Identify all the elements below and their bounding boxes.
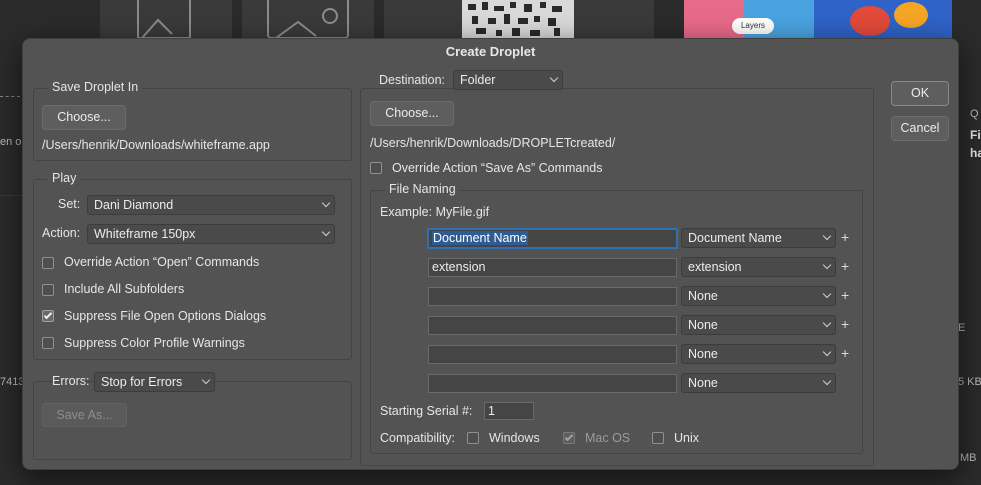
save-droplet-legend: Save Droplet In (48, 80, 143, 94)
destination-select[interactable]: Folder (453, 70, 563, 90)
set-select[interactable]: Dani Diamond (87, 195, 335, 215)
destination-choose-button[interactable]: Choose... (370, 101, 454, 126)
destination-label: Destination: (375, 73, 450, 87)
naming-select-5-value: None (688, 347, 718, 361)
chevron-down-icon (549, 73, 559, 83)
image-placeholder-icon (137, 0, 191, 38)
add-naming-row-button[interactable]: + (841, 345, 849, 361)
image-placeholder-icon (267, 0, 349, 38)
background-size: MB (960, 452, 977, 464)
compat-windows-checkbox[interactable] (467, 432, 479, 444)
errors-select-value: Stop for Errors (101, 375, 183, 389)
chevron-down-icon (822, 289, 832, 299)
thumbnail-tile (100, 0, 232, 38)
chevron-down-icon (822, 318, 832, 328)
suppress-open-options-checkbox[interactable] (42, 310, 54, 322)
include-subfolders-label: Include All Subfolders (64, 282, 185, 296)
naming-field-1-text: Document Name (432, 231, 528, 245)
add-naming-row-button[interactable]: + (841, 258, 849, 274)
thumbnail-tile (384, 0, 654, 38)
cancel-button[interactable]: Cancel (891, 116, 949, 141)
compat-unix-checkbox[interactable] (652, 432, 664, 444)
create-droplet-dialog: Create Droplet Save Droplet In Choose...… (22, 38, 959, 470)
droplet-path: /Users/henrik/Downloads/whiteframe.app (42, 138, 270, 152)
add-naming-row-button[interactable]: + (841, 287, 849, 303)
override-save-as-label: Override Action “Save As” Commands (392, 161, 603, 175)
layers-preview-image: Layers (684, 0, 952, 38)
naming-field-6[interactable] (428, 374, 677, 393)
action-select[interactable]: Whiteframe 150px (87, 224, 335, 244)
divider (0, 96, 20, 97)
chevron-down-icon (201, 375, 211, 385)
compat-macos-checkbox (563, 432, 575, 444)
override-open-label: Override Action “Open” Commands (64, 255, 260, 269)
compat-windows-label: Windows (489, 431, 540, 445)
background-bold-text: ha (970, 146, 981, 160)
errors-save-as-button[interactable]: Save As... (42, 403, 127, 427)
chevron-down-icon (822, 231, 832, 241)
play-legend: Play (48, 171, 81, 185)
suppress-open-options-label: Suppress File Open Options Dialogs (64, 309, 267, 323)
override-save-as-checkbox[interactable] (370, 162, 382, 174)
destination-path: /Users/henrik/Downloads/DROPLETcreated/ (370, 136, 616, 150)
chevron-down-icon (321, 198, 331, 208)
ok-button[interactable]: OK (891, 81, 949, 106)
set-label: Set: (58, 197, 81, 211)
suppress-color-warnings-checkbox[interactable] (42, 337, 54, 349)
naming-select-2[interactable]: extension (681, 257, 836, 277)
chevron-down-icon (822, 376, 832, 386)
naming-select-1[interactable]: Document Name (681, 228, 836, 248)
dialog-title: Create Droplet (445, 44, 536, 59)
checkmark-icon (43, 310, 53, 320)
errors-label: Errors: (52, 374, 90, 388)
naming-field-1[interactable]: Document Name (427, 228, 678, 249)
naming-select-2-value: extension (688, 260, 742, 274)
background-heading: Q (970, 108, 979, 120)
naming-field-5[interactable] (428, 345, 677, 364)
naming-field-3[interactable] (428, 287, 677, 306)
errors-select[interactable]: Stop for Errors (94, 372, 215, 392)
add-naming-row-button[interactable]: + (841, 229, 849, 245)
action-label: Action: (42, 226, 81, 240)
thumbnail-tile (242, 0, 374, 38)
qr-code-icon (462, 0, 574, 38)
suppress-color-warnings-label: Suppress Color Profile Warnings (64, 336, 245, 350)
divider (0, 195, 22, 196)
chevron-down-icon (321, 227, 331, 237)
action-select-value: Whiteframe 150px (94, 227, 196, 241)
override-open-checkbox[interactable] (42, 257, 54, 269)
compat-unix-label: Unix (674, 431, 700, 445)
destination-select-value: Folder (460, 73, 496, 87)
checkmark-icon (564, 432, 574, 442)
naming-select-3[interactable]: None (681, 286, 836, 306)
naming-select-4[interactable]: None (681, 315, 836, 335)
file-naming-example: Example: MyFile.gif (380, 205, 490, 219)
background-bold-text: Fi (970, 128, 981, 142)
naming-select-6-value: None (688, 376, 718, 390)
naming-select-1-value: Document Name (688, 231, 782, 245)
naming-select-3-value: None (688, 289, 718, 303)
compat-macos-label: Mac OS (585, 431, 631, 445)
file-naming-legend: File Naming (385, 182, 460, 196)
naming-select-4-value: None (688, 318, 718, 332)
background-size: 5 KB (958, 376, 981, 388)
naming-select-5[interactable]: None (681, 344, 836, 364)
droplet-choose-button[interactable]: Choose... (42, 105, 126, 130)
serial-label: Starting Serial #: (380, 404, 473, 418)
layers-chip: Layers (732, 18, 774, 34)
naming-field-4[interactable] (428, 316, 677, 335)
naming-field-2[interactable]: extension (428, 258, 677, 277)
include-subfolders-checkbox[interactable] (42, 284, 54, 296)
chevron-down-icon (822, 260, 832, 270)
compatibility-label: Compatibility: (380, 431, 456, 445)
naming-select-6[interactable]: None (681, 373, 836, 393)
set-select-value: Dani Diamond (94, 198, 174, 212)
background-number: 7413 (0, 376, 25, 388)
background-letter: E (958, 322, 966, 334)
background-text: en o (0, 136, 22, 148)
add-naming-row-button[interactable]: + (841, 316, 849, 332)
chevron-down-icon (822, 347, 832, 357)
serial-input[interactable]: 1 (484, 402, 534, 420)
